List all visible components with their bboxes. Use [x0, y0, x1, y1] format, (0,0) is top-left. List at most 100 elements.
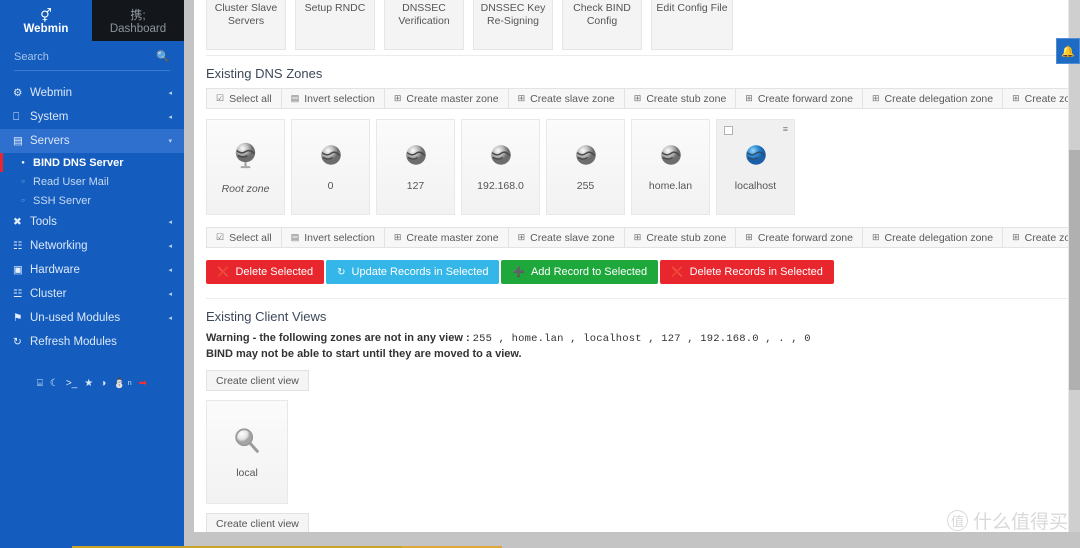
- theme-palette-icon[interactable]: ◑: [100, 378, 106, 389]
- notifications-button[interactable]: 🔔: [1056, 38, 1080, 64]
- search-box[interactable]: Search 🔍: [14, 50, 170, 71]
- tools-icon: ✖: [13, 216, 22, 228]
- card-dnssec-verification[interactable]: DNSSEC Verification: [384, 0, 464, 50]
- create-master-zone-button-bottom[interactable]: ⊞ Create master zone: [383, 227, 508, 248]
- button-label: Create master zone: [406, 92, 499, 105]
- zone-label: Root zone: [221, 182, 270, 195]
- sidebar-item-cluster[interactable]: ☳ Cluster ◂: [0, 282, 184, 306]
- update-records-in-selected-button[interactable]: ↻ Update Records in Selected: [326, 260, 500, 284]
- sidebar-item-label: Un-used Modules: [30, 312, 121, 324]
- create-master-zone-button[interactable]: ⊞ Create master zone: [383, 88, 508, 109]
- card-dnssec-key-resigning[interactable]: DNSSEC Key Re-Signing: [473, 0, 553, 50]
- add-box-icon: ⊞: [1012, 232, 1020, 242]
- card-label: Edit Config File: [656, 2, 728, 14]
- invert-selection-button[interactable]: ▤ Invert selection: [280, 88, 384, 109]
- search-icon: 🔍: [156, 51, 170, 63]
- create-delegation-zone-button-bottom[interactable]: ⊞ Create delegation zone: [861, 227, 1003, 248]
- create-stub-zone-button-bottom[interactable]: ⊞ Create stub zone: [623, 227, 736, 248]
- delete-icon: ❌: [217, 266, 230, 278]
- add-box-icon: ⊞: [517, 232, 526, 242]
- warning-zone-list: 255 , home.lan , localhost , 127 , 192.1…: [472, 333, 811, 345]
- sidebar-menu: ⚙ Webmin ◂ ⎕ System ◂ ▤ Servers ▾ ● BIND…: [0, 81, 184, 366]
- watermark-text: 什么值得买: [972, 511, 1068, 533]
- page-title-zones: Existing DNS Zones: [206, 66, 323, 81]
- card-cluster-slave-servers[interactable]: Cluster Slave Servers: [206, 0, 286, 50]
- create-forward-zone-button-bottom[interactable]: ⊞ Create forward zone: [735, 227, 862, 248]
- sidebar-item-bind-dns-server[interactable]: ● BIND DNS Server: [0, 153, 184, 172]
- brand-webmin[interactable]: ⚥ Webmin: [0, 0, 92, 41]
- sidebar: ⚥ Webmin 携; Dashboard Search 🔍 ⚙ Webmin …: [0, 0, 184, 548]
- search-placeholder: Search: [14, 50, 49, 63]
- zone-card-localhost[interactable]: ≡ localhost: [716, 119, 795, 215]
- create-forward-zone-button[interactable]: ⊞ Create forward zone: [735, 88, 862, 109]
- add-record-to-selected-button[interactable]: ➕ Add Record to Selected: [501, 260, 659, 284]
- delete-selected-button[interactable]: ❌ Delete Selected: [206, 260, 325, 284]
- sidebar-item-read-user-mail[interactable]: ○ Read User Mail: [0, 172, 184, 191]
- zone-settings-icon[interactable]: ≡: [783, 124, 788, 134]
- zone-card-0[interactable]: 0: [291, 119, 370, 215]
- sidebar-item-system[interactable]: ⎕ System ◂: [0, 105, 184, 129]
- sidebar-item-webmin[interactable]: ⚙ Webmin ◂: [0, 81, 184, 105]
- sidebar-subitem-label: Read User Mail: [33, 175, 109, 188]
- zone-card-127[interactable]: 127: [376, 119, 455, 215]
- select-all-button[interactable]: ☑ Select all: [206, 88, 281, 109]
- add-box-icon: ⊞: [633, 232, 642, 242]
- create-stub-zone-button[interactable]: ⊞ Create stub zone: [623, 88, 736, 109]
- button-label: Create delegation zone: [884, 231, 994, 244]
- terminal-icon[interactable]: >_: [66, 378, 77, 389]
- zone-select-checkbox[interactable]: [724, 126, 733, 135]
- sidebar-item-label: Cluster: [30, 288, 67, 300]
- create-slave-zone-button-bottom[interactable]: ⊞ Create slave zone: [507, 227, 624, 248]
- create-client-view-button-top[interactable]: Create client view: [206, 370, 309, 391]
- sidebar-item-hardware[interactable]: ▣ Hardware ◂: [0, 258, 184, 282]
- create-client-view-button-bottom[interactable]: Create client view: [206, 513, 309, 534]
- zone-card-home-lan[interactable]: home.lan: [631, 119, 710, 215]
- create-slave-zone-button[interactable]: ⊞ Create slave zone: [507, 88, 624, 109]
- scrollbar-thumb[interactable]: [1069, 150, 1080, 390]
- create-delegation-zone-button[interactable]: ⊞ Create delegation zone: [861, 88, 1003, 109]
- webmin-logo-icon: ⚥: [40, 7, 52, 23]
- checkbox-checked-icon: ☑: [216, 93, 225, 103]
- globe-icon: [488, 142, 514, 173]
- brand-label: Webmin: [23, 22, 69, 35]
- select-all-button-bottom[interactable]: ☑ Select all: [206, 227, 281, 248]
- watermark: 值 什么值得买: [946, 507, 1068, 534]
- card-setup-rndc[interactable]: Setup RNDC: [295, 0, 375, 50]
- user-icon[interactable]: ⛄: [113, 378, 125, 389]
- zone-actions: ❌ Delete Selected ↻ Update Records in Se…: [206, 260, 1068, 284]
- button-label: Create slave zone: [530, 231, 615, 244]
- logout-icon[interactable]: ➡: [139, 378, 147, 389]
- card-edit-config-file[interactable]: Edit Config File: [651, 0, 733, 50]
- card-check-bind-config[interactable]: Check BIND Config: [562, 0, 642, 50]
- dark-mode-icon[interactable]: ☾: [50, 378, 59, 389]
- card-label: Setup RNDC: [304, 2, 366, 14]
- sidebar-item-ssh-server[interactable]: ○ SSH Server: [0, 191, 184, 210]
- sidebar-item-networking[interactable]: ☷ Networking ◂: [0, 234, 184, 258]
- button-label: Update Records in Selected: [351, 266, 489, 278]
- sidebar-item-servers[interactable]: ▤ Servers ▾: [0, 129, 184, 153]
- card-label: DNSSEC Key Re-Signing: [480, 2, 546, 27]
- delete-records-in-selected-button[interactable]: ❌ Delete Records in Selected: [660, 260, 834, 284]
- globe-icon: [230, 140, 261, 176]
- sidebar-item-unused-modules[interactable]: ⚑ Un-used Modules ◂: [0, 306, 184, 330]
- invert-selection-button-bottom[interactable]: ▤ Invert selection: [280, 227, 384, 248]
- sidebar-item-label: System: [30, 111, 69, 123]
- tab-dashboard[interactable]: 携; Dashboard: [92, 0, 184, 41]
- chevron-left-icon: ◂: [168, 219, 172, 226]
- vertical-scrollbar[interactable]: [1069, 0, 1080, 548]
- chevron-left-icon: ◂: [168, 243, 172, 250]
- invert-selection-icon: ▤: [290, 93, 300, 103]
- sidebar-item-refresh-modules[interactable]: ↻ Refresh Modules: [0, 330, 184, 354]
- add-box-icon: ⊞: [871, 232, 880, 242]
- chevron-left-icon: ◂: [168, 267, 172, 274]
- button-label: Invert selection: [304, 92, 375, 105]
- favorites-icon[interactable]: ★: [84, 378, 93, 389]
- zone-card-255[interactable]: 255: [546, 119, 625, 215]
- zone-card-root-zone[interactable]: Root zone: [206, 119, 285, 215]
- zone-card-192-168-0[interactable]: 192.168.0: [461, 119, 540, 215]
- zones-toolbar-top: ☑ Select all ▤ Invert selection ⊞ Create…: [206, 88, 1080, 109]
- sidebar-item-tools[interactable]: ✖ Tools ◂: [0, 210, 184, 234]
- client-view-card-local[interactable]: local: [206, 400, 288, 504]
- refresh-icon: ↻: [13, 336, 22, 348]
- collapse-sidebar-icon[interactable]: ⌸: [37, 378, 43, 389]
